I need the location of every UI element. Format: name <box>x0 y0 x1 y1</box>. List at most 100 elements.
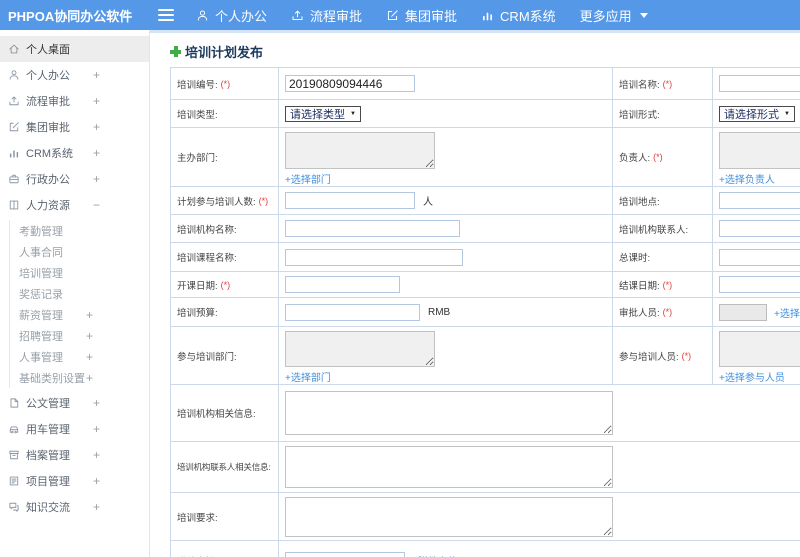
caret-down-icon: ▼ <box>350 110 356 117</box>
sidebar-item-personal-desktop[interactable]: 个人桌面 <box>0 36 149 62</box>
attachment-upload-link[interactable]: +附件上传 <box>412 553 458 557</box>
page-title: 培训计划发布 <box>170 42 800 61</box>
hr-submenu: 考勤管理 人事合同 培训管理 奖惩记录 薪资管理 + 招聘管理 + 人事管理 + 基础… <box>9 220 149 388</box>
sidebar-item-vehicle-mgmt[interactable]: 用车管理 + <box>0 416 149 442</box>
top-nav: 个人办公 流程审批 集团审批 CRM系统 更多应用 <box>196 6 672 25</box>
total-hours-input[interactable] <box>719 248 800 266</box>
sidebar-item-project-mgmt[interactable]: 项目管理 + <box>0 468 149 494</box>
expand-icon[interactable]: + <box>93 396 100 410</box>
org-info-textarea[interactable] <box>285 391 613 435</box>
nav-item-workflow-approval[interactable]: 流程审批 <box>291 6 362 25</box>
expand-icon[interactable]: + <box>93 448 100 462</box>
attachment-input[interactable] <box>285 552 405 557</box>
location-input[interactable] <box>719 192 800 209</box>
expand-icon[interactable]: + <box>93 68 100 82</box>
course-name-input[interactable] <box>285 248 463 266</box>
training-type-select[interactable]: 请选择类型 ▼ <box>285 105 361 122</box>
form-row: 培训课程名称: 总课时: <box>171 243 800 272</box>
form-row: 开课日期: (*) 结课日期: (*) <box>171 272 800 298</box>
planned-count-input[interactable] <box>285 192 415 209</box>
nav-item-crm[interactable]: CRM系统 <box>481 6 556 25</box>
caret-down-icon: ▼ <box>784 110 790 117</box>
unit-suffix: 人 <box>423 197 433 208</box>
expand-icon[interactable]: + <box>93 94 100 108</box>
collapse-icon[interactable]: − <box>93 198 100 212</box>
org-contact-info-textarea[interactable] <box>285 446 613 488</box>
expand-icon[interactable]: + <box>86 371 93 385</box>
host-dept-textarea[interactable] <box>285 132 435 169</box>
sidebar-item-workflow-approval[interactable]: 流程审批 + <box>0 88 149 114</box>
sidebar-subitem-recruitment[interactable]: 招聘管理 + <box>10 325 149 346</box>
expand-icon[interactable]: + <box>86 308 93 322</box>
end-date-input[interactable] <box>719 276 800 293</box>
sidebar-item-archive-mgmt[interactable]: 档案管理 + <box>0 442 149 468</box>
field-label: 培训机构名称: <box>171 215 279 242</box>
sidebar-item-document-mgmt[interactable]: 公文管理 + <box>0 390 149 416</box>
start-date-input[interactable] <box>285 276 400 293</box>
nav-item-group-approval[interactable]: 集团审批 <box>386 6 457 25</box>
sidebar-subitem-reward-punishment[interactable]: 奖惩记录 <box>10 283 149 304</box>
expand-icon[interactable]: + <box>93 474 100 488</box>
field-label: 附件文档: <box>171 541 279 557</box>
join-people-textarea[interactable] <box>719 331 800 367</box>
choose-dept-link[interactable]: +选择部门 <box>285 369 331 384</box>
form-row: 主办部门: +选择部门 负责人: (*) +选择负责人 <box>171 128 800 187</box>
training-form-select[interactable]: 请选择形式 ▼ <box>719 105 795 122</box>
field-label: 参与培训部门: <box>171 327 279 384</box>
field-label: 培训地点: <box>613 187 713 214</box>
expand-icon[interactable]: + <box>93 146 100 160</box>
training-req-textarea[interactable] <box>285 496 613 537</box>
expand-icon[interactable]: + <box>86 350 93 364</box>
field-label: 结课日期: (*) <box>613 272 713 297</box>
sidebar-subitem-hr-contract[interactable]: 人事合同 <box>10 241 149 262</box>
sidebar-item-group-approval[interactable]: 集团审批 + <box>0 114 149 140</box>
app-logo: PHPOA协同办公软件 <box>8 8 133 24</box>
choose-approver-link[interactable]: +选择审批人员 <box>774 305 800 320</box>
org-contact-input[interactable] <box>719 220 800 237</box>
expand-icon[interactable]: + <box>93 500 100 514</box>
field-label: 开课日期: (*) <box>171 272 279 297</box>
budget-input[interactable] <box>285 303 420 321</box>
field-label: 审批人员: (*) <box>613 298 713 326</box>
sidebar-item-crm[interactable]: CRM系统 + <box>0 140 149 166</box>
sidebar-subitem-personnel[interactable]: 人事管理 + <box>10 346 149 367</box>
expand-icon[interactable]: + <box>86 329 93 343</box>
leader-textarea[interactable] <box>719 132 800 169</box>
field-label: 培训机构联系人相关信息: <box>171 442 279 492</box>
field-label: 培训课程名称: <box>171 243 279 271</box>
choose-leader-link[interactable]: +选择负责人 <box>719 171 775 186</box>
menu-icon[interactable] <box>158 9 174 21</box>
sidebar-subitem-attendance[interactable]: 考勤管理 <box>10 220 149 241</box>
field-label: 计划参与培训人数: (*) <box>171 187 279 214</box>
org-name-input[interactable] <box>285 220 460 237</box>
upload-icon <box>8 95 20 107</box>
form-row: 培训机构相关信息: <box>171 385 800 442</box>
chart-icon <box>8 147 20 159</box>
training-no-input[interactable] <box>285 75 415 92</box>
field-label: 培训机构联系人: <box>613 215 713 242</box>
expand-icon[interactable]: + <box>93 172 100 186</box>
approver-input[interactable] <box>719 303 767 321</box>
expand-icon[interactable]: + <box>93 120 100 134</box>
training-name-input[interactable] <box>719 75 800 92</box>
sidebar-subitem-training[interactable]: 培训管理 <box>10 262 149 283</box>
field-label: 培训预算: <box>171 298 279 326</box>
sidebar-subitem-base-category[interactable]: 基础类别设置 + <box>10 367 149 388</box>
field-label: 培训编号: (*) <box>171 68 279 99</box>
expand-icon[interactable]: + <box>93 422 100 436</box>
book-icon <box>8 199 20 211</box>
sidebar: 个人桌面 个人办公 + 流程审批 + 集团审批 + CRM系统 + 行政办公 + <box>0 30 150 557</box>
sidebar-item-hr[interactable]: 人力资源 − <box>0 192 149 218</box>
sidebar-item-personal-office[interactable]: 个人办公 + <box>0 62 149 88</box>
choose-participants-link[interactable]: +选择参与人员 <box>719 369 785 384</box>
field-label: 培训要求: <box>171 493 279 540</box>
sidebar-item-knowledge-exchange[interactable]: 知识交流 + <box>0 494 149 520</box>
form-row: 培训机构联系人相关信息: <box>171 442 800 493</box>
nav-item-more-apps[interactable]: 更多应用 <box>580 6 648 25</box>
choose-dept-link[interactable]: +选择部门 <box>285 171 331 186</box>
form-row: 附件文档: +附件上传 <box>171 541 800 557</box>
nav-item-personal-office[interactable]: 个人办公 <box>196 6 267 25</box>
join-depts-textarea[interactable] <box>285 331 435 367</box>
sidebar-subitem-salary[interactable]: 薪资管理 + <box>10 304 149 325</box>
sidebar-item-admin-office[interactable]: 行政办公 + <box>0 166 149 192</box>
